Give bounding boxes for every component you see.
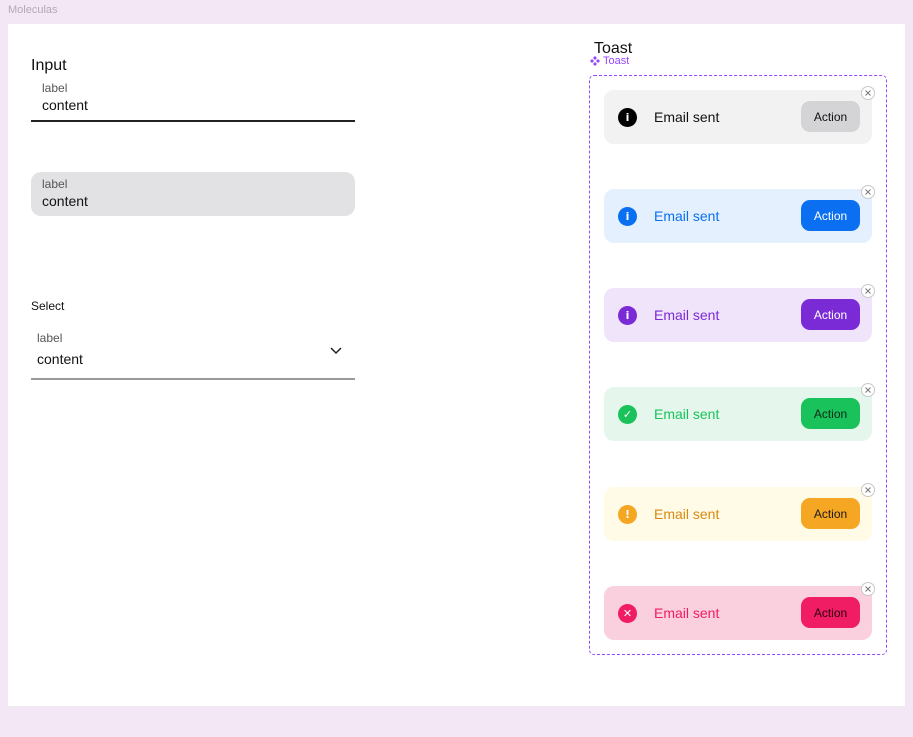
toast-container: i Email sent Action i Email sent Action i Email… <box>589 75 887 655</box>
underlined-input-value: content <box>42 97 88 113</box>
toast-info: i Email sent Action <box>604 185 875 243</box>
toast-action-button[interactable]: Action <box>801 200 860 231</box>
close-icon[interactable] <box>861 582 875 596</box>
toast-success: ✓ Email sent Action <box>604 383 875 441</box>
toast-warning: ! Email sent Action <box>604 483 875 541</box>
alert-icon: ! <box>618 505 637 524</box>
toast-action-button[interactable]: Action <box>801 299 860 330</box>
info-icon: i <box>618 306 637 325</box>
close-icon[interactable] <box>861 383 875 397</box>
filled-input-label: label <box>42 177 68 191</box>
select-label: label <box>37 331 63 345</box>
check-circle-icon: ✓ <box>618 405 637 424</box>
toast-action-button[interactable]: Action <box>801 398 860 429</box>
info-icon: i <box>618 207 637 226</box>
component-tag: Toast <box>590 55 629 67</box>
toast-action-button[interactable]: Action <box>801 597 860 628</box>
error-icon: ✕ <box>618 604 637 623</box>
toast-action-button[interactable]: Action <box>801 498 860 529</box>
filled-input-value: content <box>42 193 88 209</box>
close-icon[interactable] <box>861 185 875 199</box>
component-tag-label: Toast <box>603 55 630 67</box>
info-icon: i <box>618 108 637 127</box>
close-icon[interactable] <box>861 284 875 298</box>
select-value: content <box>37 351 83 367</box>
chevron-down-icon[interactable] <box>329 346 343 356</box>
toast-message: Email sent <box>654 208 720 224</box>
input-section-title: Input <box>31 57 67 74</box>
toast-message: Email sent <box>654 406 720 422</box>
close-icon[interactable] <box>861 86 875 100</box>
canvas-frame: Input label content label content Select… <box>8 24 905 706</box>
filled-input-field[interactable]: label content <box>31 172 355 216</box>
toast-action-button[interactable]: Action <box>801 101 860 132</box>
toast-brand: i Email sent Action <box>604 284 875 342</box>
underlined-input-field[interactable]: label content <box>31 79 355 122</box>
toast-message: Email sent <box>654 605 720 621</box>
component-icon <box>590 56 600 66</box>
select-field[interactable]: label content <box>31 326 355 380</box>
toast-error: ✕ Email sent Action <box>604 582 875 640</box>
page-label: Moleculas <box>8 4 58 16</box>
close-icon[interactable] <box>861 483 875 497</box>
toast-message: Email sent <box>654 307 720 323</box>
toast-message: Email sent <box>654 506 720 522</box>
toast-message: Email sent <box>654 109 720 125</box>
select-section-title: Select <box>31 299 65 313</box>
toast-neutral: i Email sent Action <box>604 86 875 144</box>
underlined-input-label: label <box>42 81 68 95</box>
